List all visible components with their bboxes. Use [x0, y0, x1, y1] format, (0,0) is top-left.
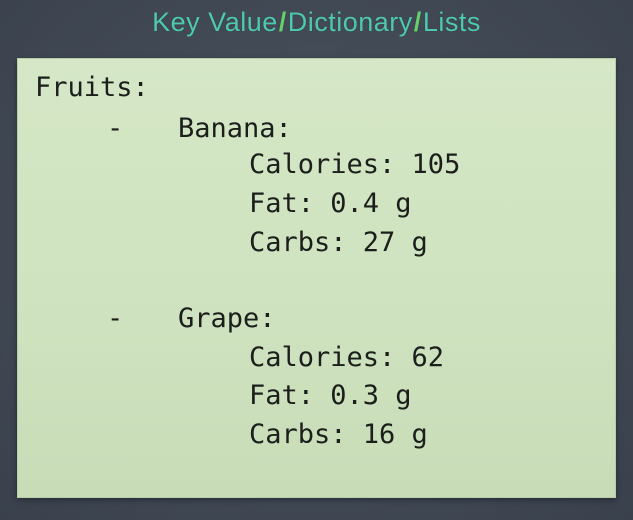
- title-lists: Lists: [422, 7, 481, 37]
- banana-label: Banana:: [178, 113, 292, 144]
- content-panel: Fruits: - Banana: Calories: 105 Fat: 0.4…: [17, 58, 616, 498]
- banana-calories: Calories: 105: [249, 149, 461, 180]
- title-separator-2: /: [413, 7, 422, 37]
- banana-fat: Fat: 0.4 g: [249, 188, 412, 219]
- grape-carbs: Carbs: 16 g: [249, 419, 428, 450]
- banana-carbs: Carbs: 27 g: [249, 227, 428, 258]
- title-separator-1: /: [278, 7, 287, 37]
- grape-fat: Fat: 0.3 g: [249, 380, 412, 411]
- banana-bullet: -: [107, 113, 124, 144]
- title-dictionary: Dictionary: [287, 7, 413, 37]
- title-key-value: Key Value: [152, 7, 278, 37]
- grape-bullet: -: [107, 303, 124, 334]
- grape-label: Grape:: [178, 303, 276, 334]
- slide-title: Key Value/Dictionary/Lists: [0, 2, 633, 42]
- fruits-label: Fruits:: [35, 72, 149, 103]
- grape-calories: Calories: 62: [249, 342, 445, 373]
